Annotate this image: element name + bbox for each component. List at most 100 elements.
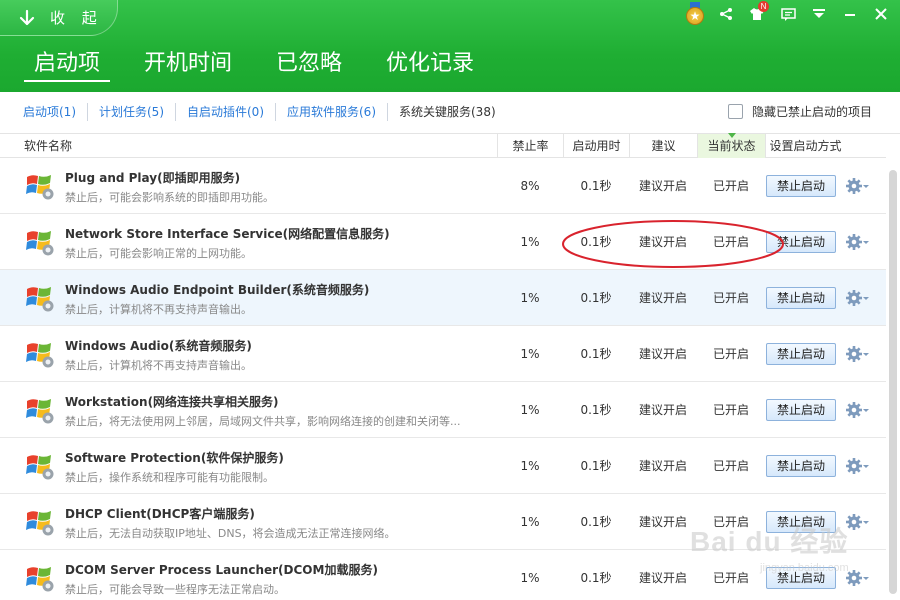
service-name: Workstation(网络连接共享相关服务) [65, 395, 279, 409]
advice: 建议开启 [638, 515, 687, 529]
arrow-down-icon [19, 9, 35, 25]
column-name: 软件名称 [24, 139, 73, 153]
advice: 建议开启 [638, 403, 687, 417]
hide-disabled-label: 隐藏已禁止启动的项目 [751, 105, 872, 119]
table-row: Plug and Play(即插即用服务) 禁止后，可能会影响系统的即插即用功能… [0, 158, 886, 214]
current-status: 已开启 [712, 403, 749, 417]
subtab-scheduled-tasks[interactable]: 计划任务(5) [88, 103, 176, 121]
subtab-startup-items[interactable]: 启动项(1) [12, 103, 88, 121]
service-description: 禁止后，操作系统和程序可能有功能限制。 [65, 471, 274, 484]
startup-time: 0.1秒 [580, 291, 612, 305]
tab-startup-items[interactable]: 启动项 [24, 50, 111, 82]
advice: 建议开启 [638, 347, 687, 361]
service-name: Plug and Play(即插即用服务) [65, 171, 241, 185]
table-row: Windows Audio Endpoint Builder(系统音频服务) 禁… [0, 270, 886, 326]
disable-rate: 1% [520, 235, 540, 249]
gear-icon[interactable] [846, 457, 870, 475]
disable-rate: 1% [520, 403, 540, 417]
tab-boot-time[interactable]: 开机时间 [134, 50, 242, 82]
disable-startup-button[interactable]: 禁止启动 [766, 343, 836, 365]
startup-time: 0.1秒 [580, 347, 612, 361]
gear-icon[interactable] [846, 289, 870, 307]
gear-icon[interactable] [846, 513, 870, 531]
service-name: Software Protection(软件保护服务) [65, 451, 284, 465]
table-row: Software Protection(软件保护服务) 禁止后，操作系统和程序可… [0, 438, 886, 494]
column-time[interactable]: 启动用时 [563, 134, 629, 158]
windows-logo-icon [26, 567, 54, 592]
column-action: 设置启动方式 [765, 134, 845, 158]
table-row: DCOM Server Process Launcher(DCOM加载服务) 禁… [0, 550, 886, 600]
share-icon[interactable] [715, 3, 737, 25]
current-status: 已开启 [712, 571, 749, 585]
advice: 建议开启 [638, 291, 687, 305]
subtab-system-services[interactable]: 系统关键服务(38) [388, 103, 507, 121]
service-name: Network Store Interface Service(网络配置信息服务… [65, 227, 390, 241]
service-description: 禁止后，可能会影响正常的上网功能。 [65, 247, 252, 260]
subtab-auto-plugins[interactable]: 自启动插件(0) [176, 103, 276, 121]
window-toolbar: ★ N [675, 1, 892, 25]
startup-time: 0.1秒 [580, 571, 612, 585]
column-status[interactable]: 当前状态 [697, 133, 765, 158]
service-description: 禁止后，将无法使用网上邻居，局域网文件共享，影响网络连接的创建和关闭等... [65, 415, 461, 428]
gear-icon[interactable] [846, 569, 870, 587]
collapse-label: 收 起 [50, 9, 103, 27]
disable-rate: 8% [520, 179, 540, 193]
service-description: 禁止后，计算机将不再支持声音输出。 [65, 359, 252, 372]
gear-icon[interactable] [846, 401, 870, 419]
startup-time: 0.1秒 [580, 515, 612, 529]
medal-icon[interactable]: ★ [684, 2, 706, 25]
table-row: Network Store Interface Service(网络配置信息服务… [0, 214, 886, 270]
current-status: 已开启 [712, 347, 749, 361]
disable-startup-button[interactable]: 禁止启动 [766, 175, 836, 197]
startup-time: 0.1秒 [580, 179, 612, 193]
windows-logo-icon [26, 511, 54, 536]
current-status: 已开启 [712, 459, 749, 473]
disable-startup-button[interactable]: 禁止启动 [766, 287, 836, 309]
skin-shirt-icon[interactable]: N [746, 1, 769, 25]
main-tabs: 启动项 开机时间 已忽略 优化记录 [24, 50, 508, 82]
windows-logo-icon [26, 455, 54, 480]
close-icon[interactable] [870, 3, 892, 25]
gear-icon[interactable] [846, 233, 870, 251]
tab-ignored[interactable]: 已忽略 [266, 50, 352, 82]
startup-time: 0.1秒 [580, 459, 612, 473]
menu-dropdown-icon[interactable] [808, 3, 830, 25]
table-row: Workstation(网络连接共享相关服务) 禁止后，将无法使用网上邻居，局域… [0, 382, 886, 438]
disable-rate: 1% [520, 291, 540, 305]
table-row: DHCP Client(DHCP客户端服务) 禁止后，无法自动获取IP地址、DN… [0, 494, 886, 550]
subtab-app-services[interactable]: 应用软件服务(6) [276, 103, 388, 121]
app-header: 收 起 ★ N 启动项 开机时间 已忽略 优化记录 [0, 0, 900, 92]
gear-icon[interactable] [846, 177, 870, 195]
disable-rate: 1% [520, 459, 540, 473]
advice: 建议开启 [638, 179, 687, 193]
disable-startup-button[interactable]: 禁止启动 [766, 231, 836, 253]
minimize-icon[interactable] [839, 3, 861, 25]
scrollbar-thumb[interactable] [889, 170, 897, 594]
service-description: 禁止后，可能会导致一些程序无法正常启动。 [65, 583, 285, 596]
subtab-bar: 启动项(1) 计划任务(5) 自启动插件(0) 应用软件服务(6) 系统关键服务… [0, 92, 900, 134]
message-icon[interactable] [777, 3, 799, 25]
gear-icon[interactable] [846, 345, 870, 363]
service-name: DHCP Client(DHCP客户端服务) [65, 507, 255, 521]
current-status: 已开启 [712, 179, 749, 193]
current-status: 已开启 [712, 291, 749, 305]
service-name: Windows Audio Endpoint Builder(系统音频服务) [65, 283, 370, 297]
service-list: Plug and Play(即插即用服务) 禁止后，可能会影响系统的即插即用功能… [0, 158, 886, 600]
service-description: 禁止后，计算机将不再支持声音输出。 [65, 303, 252, 316]
column-advice[interactable]: 建议 [629, 134, 697, 158]
advice: 建议开启 [638, 235, 687, 249]
table-row: Windows Audio(系统音频服务) 禁止后，计算机将不再支持声音输出。 … [0, 326, 886, 382]
vertical-scrollbar[interactable] [886, 158, 900, 600]
disable-startup-button[interactable]: 禁止启动 [766, 511, 836, 533]
tab-optimization-log[interactable]: 优化记录 [376, 50, 484, 82]
hide-disabled-option[interactable]: 隐藏已禁止启动的项目 [727, 103, 872, 120]
column-rate[interactable]: 禁止率 [497, 134, 563, 158]
disable-startup-button[interactable]: 禁止启动 [766, 399, 836, 421]
disable-startup-button[interactable]: 禁止启动 [766, 455, 836, 477]
collapse-button[interactable]: 收 起 [0, 0, 118, 36]
disable-rate: 1% [520, 515, 540, 529]
disable-startup-button[interactable]: 禁止启动 [766, 567, 836, 589]
current-status: 已开启 [712, 515, 749, 529]
service-description: 禁止后，无法自动获取IP地址、DNS，将会造成无法正常连接网络。 [65, 527, 396, 540]
hide-disabled-checkbox[interactable] [727, 104, 743, 119]
